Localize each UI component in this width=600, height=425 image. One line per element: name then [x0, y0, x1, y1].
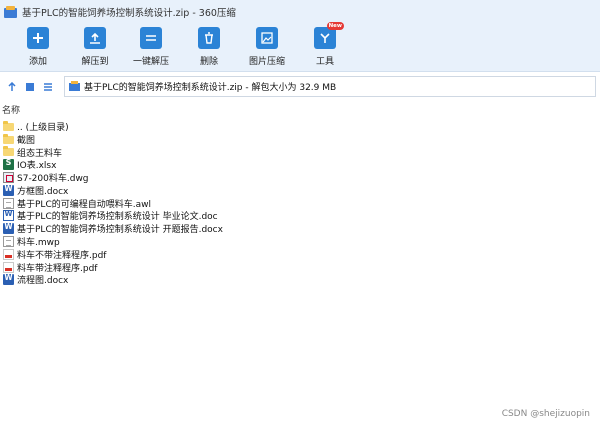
toolbar: 添加 解压到 一键解压 删除 图片压缩 New 工具 — [0, 22, 600, 72]
folder-icon — [3, 146, 14, 157]
list-item[interactable]: 方框图.docx — [0, 184, 600, 197]
list-item[interactable]: 基于PLC的智能饲养场控制系统设计 开题报告.docx — [0, 222, 600, 235]
generic-file-icon — [3, 236, 14, 248]
path-box[interactable]: 基于PLC的智能饲养场控制系统设计.zip - 解包大小为 32.9 MB — [64, 76, 596, 97]
path-text: 基于PLC的智能饲养场控制系统设计.zip - 解包大小为 32.9 MB — [84, 83, 337, 93]
tools-button[interactable]: New 工具 — [297, 22, 353, 67]
list-item[interactable]: 基于PLC的可编程自动喂料车.awl — [0, 197, 600, 210]
add-icon — [27, 27, 49, 49]
delete-icon — [198, 27, 220, 49]
word-file-icon — [3, 184, 14, 196]
list-item[interactable]: 料车.mwp — [0, 235, 600, 248]
folder-icon — [3, 120, 14, 132]
file-list: .. (上级目录) 截图 组态王料车 IO表.xlsx S7-200料车.dwg… — [0, 120, 600, 286]
excel-file-icon — [3, 158, 14, 171]
word-file-icon — [3, 222, 14, 235]
pdf-file-icon — [3, 261, 14, 273]
archive-app-icon — [4, 5, 17, 19]
folder-icon — [3, 133, 14, 145]
up-arrow-icon[interactable] — [6, 81, 18, 93]
list-item[interactable]: 截图 — [0, 133, 600, 146]
list-item[interactable]: 基于PLC的智能饲养场控制系统设计 毕业论文.doc — [0, 210, 600, 222]
list-item[interactable]: 料车带注释程序.pdf — [0, 261, 600, 274]
extract-to-icon — [84, 27, 106, 49]
pdf-file-icon — [3, 248, 14, 260]
image-compress-icon — [256, 27, 278, 49]
generic-file-icon — [3, 197, 14, 209]
list-item[interactable]: 料车不带注释程序.pdf — [0, 248, 600, 261]
one-click-extract-button[interactable]: 一键解压 — [123, 27, 179, 67]
new-badge: New — [326, 22, 344, 30]
extract-to-button[interactable]: 解压到 — [67, 27, 123, 67]
word-doc-file-icon — [3, 210, 14, 222]
nav-bar: 基于PLC的智能饲养场控制系统设计.zip - 解包大小为 32.9 MB — [0, 73, 600, 100]
column-header-name[interactable]: 名称 — [0, 103, 600, 117]
one-click-extract-icon — [140, 27, 162, 49]
list-item[interactable]: IO表.xlsx — [0, 158, 600, 171]
delete-button[interactable]: 删除 — [181, 27, 237, 67]
list-item[interactable]: S7-200料车.dwg — [0, 171, 600, 184]
dwg-file-icon — [3, 172, 14, 184]
list-item[interactable]: 组态王料车 — [0, 146, 600, 159]
archive-icon — [69, 81, 80, 92]
watermark: CSDN @shejizuopin — [501, 409, 590, 419]
image-compress-button[interactable]: 图片压缩 — [239, 27, 295, 67]
window-title: 基于PLC的智能饲养场控制系统设计.zip - 360压缩 — [22, 8, 236, 19]
add-button[interactable]: 添加 — [10, 27, 66, 67]
list-item[interactable]: 流程图.docx — [0, 273, 600, 286]
title-bar: 基于PLC的智能饲养场控制系统设计.zip - 360压缩 — [0, 0, 600, 24]
list-view-icon[interactable] — [42, 81, 54, 93]
thumbnail-view-icon[interactable] — [24, 81, 36, 93]
word-file-icon — [3, 273, 14, 286]
list-item[interactable]: .. (上级目录) — [0, 120, 600, 133]
tools-icon: New — [314, 22, 344, 49]
